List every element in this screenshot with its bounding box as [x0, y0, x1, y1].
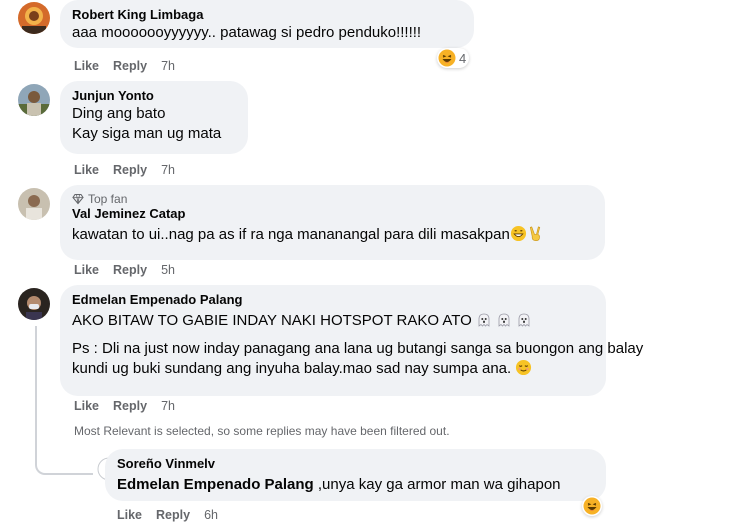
comment-text-line: AKO BITAW TO GABIE INDAY NAKI HOTSPOT RA… — [72, 311, 594, 331]
commenter-name[interactable]: Edmelan Empenado Palang — [72, 292, 594, 308]
like-button[interactable]: Like — [74, 59, 99, 73]
comment-text-content: kundi ug buki sundang ang inyuha balay.m… — [72, 360, 512, 377]
diamond-icon — [72, 193, 84, 205]
top-fan-label: Top fan — [88, 192, 128, 206]
timestamp[interactable]: 7h — [161, 163, 175, 177]
comment-text: aaa mooooooyyyyyy.. patawag si pedro pen… — [72, 24, 422, 41]
commenter-name[interactable]: Robert King Limbaga — [72, 7, 462, 23]
avatar-photo — [18, 188, 50, 220]
reaction-count: 4 — [459, 50, 467, 66]
timestamp[interactable]: 6h — [204, 508, 218, 522]
ghost-emoji-icon — [478, 313, 490, 327]
commenter-name[interactable]: Junjun Yonto — [72, 88, 236, 104]
grinning-emoji-icon — [510, 225, 526, 242]
comment-text-line: Ps : Dli na just now inday panagang ana … — [72, 340, 644, 357]
timestamp[interactable]: 5h — [161, 263, 175, 277]
comment-text-line: Kay siga man ug mata — [72, 125, 222, 142]
like-button[interactable]: Like — [74, 399, 99, 413]
avatar[interactable] — [18, 188, 50, 220]
comment-text-content: kawatan to ui..nag pa as if ra nga manan… — [72, 226, 510, 243]
comment-bubble: Robert King Limbaga aaa mooooooyyyyyy.. … — [60, 0, 474, 48]
avatar[interactable] — [18, 84, 50, 116]
comment-actions: Like Reply 5h — [74, 263, 175, 277]
reply-button[interactable]: Reply — [156, 508, 190, 522]
reply-text: Edmelan Empenado Palang ,unya kay ga arm… — [117, 475, 594, 495]
thread-line-vertical — [35, 326, 37, 446]
relieved-emoji-icon — [516, 359, 532, 376]
reply-text-content: ,unya kay ga armor man wa gihapon — [313, 476, 561, 493]
reaction-summary[interactable]: 4 — [437, 48, 470, 68]
comment-actions: Like Reply 7h — [74, 399, 175, 413]
avatar-photo — [18, 2, 50, 34]
victory-hand-emoji-icon — [529, 226, 540, 241]
reply-button[interactable]: Reply — [113, 163, 147, 177]
reply-button[interactable]: Reply — [113, 59, 147, 73]
like-button[interactable]: Like — [117, 508, 142, 522]
ghost-emoji-icon — [498, 313, 510, 327]
avatar-photo — [18, 84, 50, 116]
comment-text: kawatan to ui..nag pa as if ra nga manan… — [72, 225, 593, 245]
like-button[interactable]: Like — [74, 263, 99, 277]
haha-reaction-icon — [438, 49, 456, 67]
comment-bubble: Edmelan Empenado Palang AKO BITAW TO GAB… — [60, 285, 644, 396]
comment-bubble: Top fan Val Jeminez Catap kawatan to ui.… — [60, 185, 605, 260]
reply-button[interactable]: Reply — [113, 263, 147, 277]
commenter-name[interactable]: Soreño Vinmelv — [117, 456, 594, 472]
avatar-photo — [18, 288, 50, 320]
thread-line-connector — [35, 440, 93, 475]
comment-actions: Like Reply 7h — [74, 59, 175, 73]
comment-bubble: Junjun Yonto Ding ang bato Kay siga man … — [60, 81, 248, 154]
commenter-name[interactable]: Val Jeminez Catap — [72, 206, 593, 222]
like-button[interactable]: Like — [74, 163, 99, 177]
ghost-emoji-group — [476, 312, 532, 329]
timestamp[interactable]: 7h — [161, 59, 175, 73]
mention-link[interactable]: Edmelan Empenado Palang — [117, 476, 314, 493]
avatar[interactable] — [18, 288, 50, 320]
reply-button[interactable]: Reply — [113, 399, 147, 413]
reply-bubble: Soreño Vinmelv Edmelan Empenado Palang ,… — [105, 449, 606, 501]
comment-text-line: Ding ang bato — [72, 105, 166, 122]
comment-text-content: AKO BITAW TO GABIE INDAY NAKI HOTSPOT RA… — [72, 312, 472, 329]
filter-notice: Most Relevant is selected, so some repli… — [74, 424, 450, 438]
top-fan-badge: Top fan — [72, 192, 593, 206]
reaction-summary[interactable] — [582, 496, 602, 516]
haha-reaction-icon — [583, 497, 601, 515]
avatar[interactable] — [18, 2, 50, 34]
comment-text-line: kundi ug buki sundang ang inyuha balay.m… — [72, 359, 594, 379]
reply-actions: Like Reply 6h — [117, 508, 218, 522]
ghost-emoji-icon — [518, 313, 530, 327]
timestamp[interactable]: 7h — [161, 399, 175, 413]
comment-actions: Like Reply 7h — [74, 163, 175, 177]
